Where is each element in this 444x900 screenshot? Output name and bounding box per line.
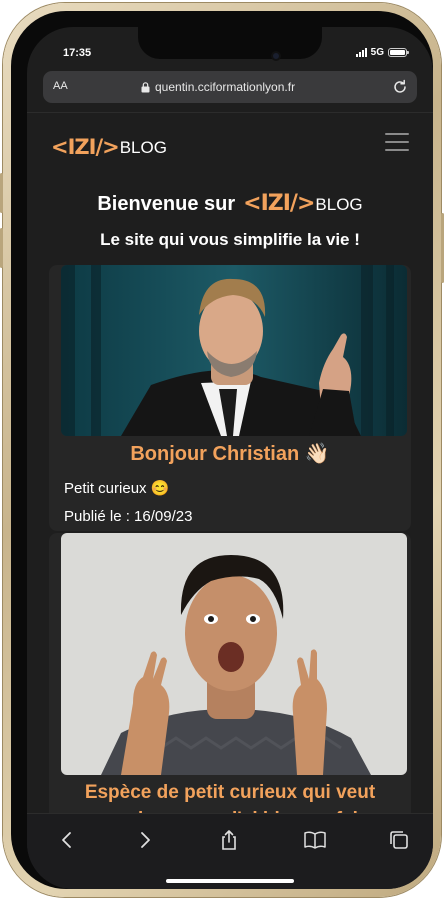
welcome-text: Bienvenue sur	[97, 193, 236, 215]
tabs-icon[interactable]	[387, 828, 411, 852]
forward-icon[interactable]	[133, 828, 157, 852]
volume-button	[0, 228, 3, 268]
welcome-heading: Bienvenue sur <IZI/> BLOG	[27, 191, 433, 216]
home-indicator[interactable]	[166, 879, 294, 883]
back-icon[interactable]	[55, 828, 79, 852]
phone-screen: 17:35 5G AA quentin.cciformationlyon.fr …	[27, 27, 433, 889]
post-card[interactable]: Espèce de petit curieux qui veut regarde…	[49, 533, 411, 813]
battery-icon	[388, 48, 409, 57]
browser-toolbar	[27, 813, 433, 889]
url-display[interactable]: quentin.cciformationlyon.fr	[141, 80, 295, 94]
text-size-button[interactable]: AA	[53, 80, 68, 92]
status-time: 17:35	[63, 47, 92, 59]
post-title[interactable]: Bonjour Christian 👋🏻	[49, 441, 411, 466]
phone-frame: 17:35 5G AA quentin.cciformationlyon.fr …	[0, 3, 444, 897]
web-content: <IZI/> BLOG Bienvenue sur <IZI/> BLOG Le…	[27, 113, 433, 813]
tagline: Le site qui vous simplifie la vie !	[100, 230, 360, 249]
post-excerpt: Petit curieux 😊	[64, 480, 170, 497]
phone-bezel: 17:35 5G AA quentin.cciformationlyon.fr …	[11, 11, 433, 889]
post-card[interactable]: Bonjour Christian 👋🏻 Petit curieux 😊 Pub…	[49, 265, 411, 531]
status-indicators: 5G	[355, 47, 409, 58]
network-label: 5G	[370, 47, 384, 58]
post-date: Publié le : 16/09/23	[64, 508, 193, 525]
front-camera	[271, 51, 281, 61]
bookmarks-icon[interactable]	[303, 828, 327, 852]
site-header: <IZI/> BLOG	[27, 113, 433, 173]
menu-icon[interactable]	[385, 133, 409, 151]
logo-suffix: BLOG	[119, 138, 167, 157]
logo-code: <IZI/>	[51, 135, 120, 159]
address-bar[interactable]: AA quentin.cciformationlyon.fr	[43, 71, 417, 103]
site-logo[interactable]: <IZI/> BLOG	[51, 135, 167, 159]
url-text: quentin.cciformationlyon.fr	[155, 80, 296, 94]
logo-code: <IZI/>	[243, 191, 315, 216]
reload-icon[interactable]	[391, 78, 409, 96]
post-image	[61, 533, 407, 775]
inline-logo: <IZI/> BLOG	[243, 191, 362, 216]
post-image	[61, 265, 407, 436]
share-icon[interactable]	[217, 828, 241, 852]
logo-suffix: BLOG	[315, 195, 363, 214]
notch	[138, 27, 322, 59]
lock-icon	[141, 81, 150, 92]
post-title[interactable]: Espèce de petit curieux qui veut regarde…	[49, 779, 411, 813]
signal-icon	[355, 48, 367, 57]
volume-button	[0, 173, 3, 213]
